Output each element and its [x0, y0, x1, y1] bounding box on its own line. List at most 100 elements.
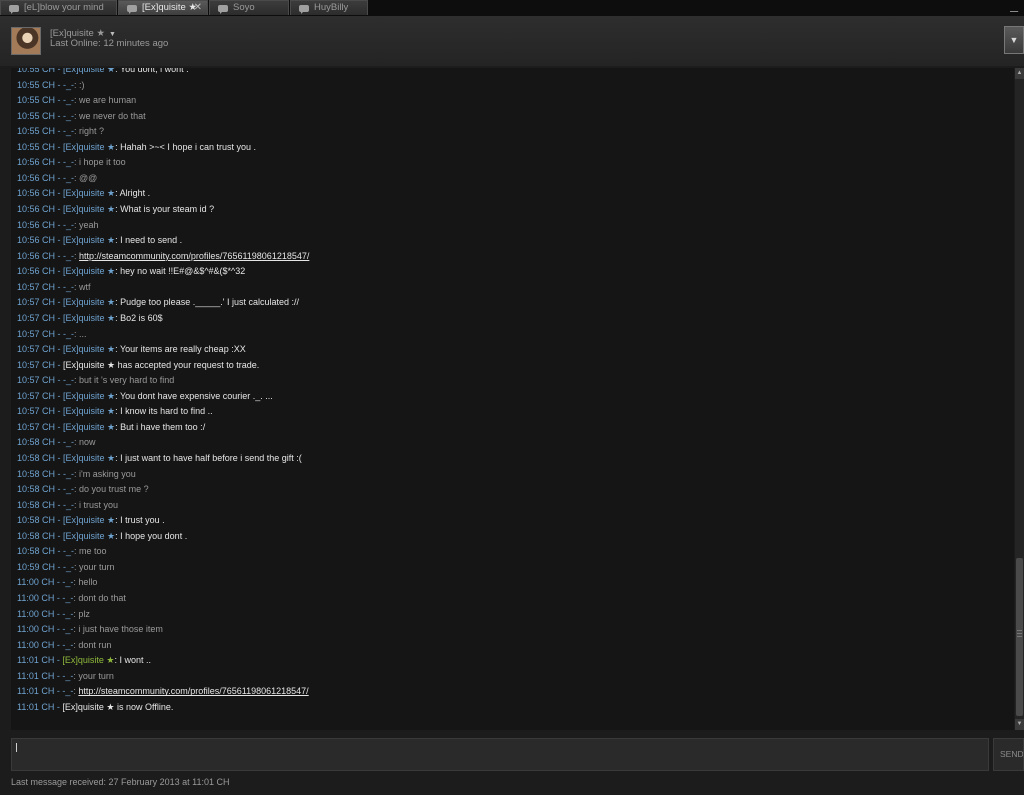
message-sender[interactable]: [Ex]quisite ★: [63, 204, 115, 214]
message-timestamp: 10:55 CH: [17, 95, 56, 106]
chat-message: 10:57 CH - [Ex]quisite ★: Your items are…: [17, 343, 246, 357]
message-text: You dont have expensive courier ._. ...: [119, 390, 273, 401]
chat-message: 10:57 CH - [Ex]quisite ★ has accepted yo…: [17, 359, 259, 373]
message-timestamp: 11:01 CH: [17, 655, 55, 666]
separator: -: [55, 204, 64, 215]
separator: -: [55, 421, 64, 432]
message-text: do you trust me ?: [79, 484, 149, 495]
message-timestamp: 11:00 CH: [17, 593, 55, 604]
chat-message: 10:56 CH - [Ex]quisite ★: What is your s…: [17, 203, 214, 217]
message-text: right ?: [79, 126, 105, 137]
message-sender[interactable]: [Ex]quisite ★: [63, 142, 115, 152]
message-sender[interactable]: -_-: [63, 111, 74, 121]
message-text: I wont ..: [119, 655, 151, 666]
message-timestamp: 10:56 CH: [17, 188, 56, 199]
message-input[interactable]: [11, 738, 989, 771]
message-sender[interactable]: -_-: [63, 500, 74, 510]
separator: -: [55, 141, 64, 152]
message-sender[interactable]: [Ex]quisite ★: [63, 406, 115, 416]
last-message-status: Last message received: 27 February 2013 …: [11, 777, 230, 787]
message-sender[interactable]: [Ex]quisite ★: [63, 68, 115, 74]
message-sender[interactable]: -_-: [63, 282, 74, 292]
message-sender[interactable]: -_-: [63, 173, 74, 183]
scrollbar[interactable]: ▲ ▼: [1015, 68, 1024, 730]
message-text: yeah: [79, 219, 99, 230]
message-sender[interactable]: [Ex]quisite ★: [63, 313, 115, 323]
chat-message: 11:00 CH - -_-: dont run: [17, 639, 111, 653]
message-text: wtf: [79, 281, 91, 292]
message-sender[interactable]: -_-: [62, 686, 73, 696]
message-sender[interactable]: [Ex]quisite ★: [63, 266, 115, 276]
message-sender[interactable]: [Ex]quisite ★: [63, 297, 115, 307]
message-sender[interactable]: -_-: [63, 437, 74, 447]
message-text: I trust you .: [120, 515, 165, 526]
message-timestamp: 10:57 CH: [17, 390, 56, 401]
message-sender[interactable]: -_-: [63, 329, 74, 339]
minimize-button[interactable]: _: [1010, 0, 1018, 12]
message-sender[interactable]: -_-: [63, 469, 74, 479]
message-sender[interactable]: -_-: [63, 95, 74, 105]
message-sender[interactable]: [Ex]quisite ★: [62, 655, 114, 665]
message-sender[interactable]: -_-: [62, 640, 73, 650]
message-sender[interactable]: -_-: [63, 484, 74, 494]
scroll-up-icon[interactable]: ▲: [1015, 68, 1024, 79]
scrollbar-thumb[interactable]: [1016, 558, 1023, 716]
message-sender[interactable]: -_-: [63, 562, 74, 572]
chat-message: 11:00 CH - -_-: i just have those item: [17, 623, 163, 637]
tab-chat-2[interactable]: [Ex]quisite ★ ✕: [118, 0, 208, 15]
separator: -: [55, 110, 64, 121]
chat-message: 10:55 CH - -_-: we are human: [17, 94, 136, 108]
message-sender[interactable]: [Ex]quisite ★: [63, 515, 115, 525]
message-sender[interactable]: -_-: [63, 126, 74, 136]
message-sender[interactable]: [Ex]quisite ★: [63, 422, 115, 432]
message-link[interactable]: http://steamcommunity.com/profiles/76561…: [78, 686, 308, 696]
send-button[interactable]: SEND: [993, 738, 1024, 771]
message-sender[interactable]: -_-: [63, 375, 74, 385]
message-sender[interactable]: -_-: [62, 577, 73, 587]
message-text: Hahah >~< I hope i can trust you .: [120, 141, 256, 152]
tab-chat-3[interactable]: Soyo: [209, 0, 289, 15]
message-text: hello: [78, 577, 98, 588]
chat-bubble-icon: [218, 5, 228, 14]
options-button[interactable]: ▼: [1004, 26, 1024, 54]
message-text: Your items are really cheap :XX: [119, 344, 246, 355]
message-sender[interactable]: -_-: [63, 220, 74, 230]
separator: -: [55, 250, 64, 261]
avatar[interactable]: [11, 27, 41, 55]
message-sender[interactable]: -_-: [62, 609, 73, 619]
message-sender[interactable]: -_-: [63, 80, 74, 90]
message-sender[interactable]: -_-: [62, 593, 73, 603]
message-sender[interactable]: [Ex]quisite ★: [63, 360, 115, 370]
message-sender[interactable]: -_-: [62, 671, 73, 681]
chat-log[interactable]: 10:55 CH - [Ex]quisite ★: You dont, i wo…: [11, 68, 1014, 730]
tab-chat-4[interactable]: HuyBilly: [290, 0, 368, 15]
message-timestamp: 10:56 CH: [17, 266, 56, 277]
separator: -: [55, 219, 64, 230]
message-sender[interactable]: -_-: [63, 157, 74, 167]
message-text: but it 's very hard to find: [79, 375, 175, 386]
message-sender[interactable]: [Ex]quisite ★: [63, 531, 115, 541]
message-sender[interactable]: [Ex]quisite ★: [62, 702, 114, 712]
message-sender[interactable]: [Ex]quisite ★: [63, 235, 115, 245]
message-sender[interactable]: -_-: [63, 251, 74, 261]
chat-message: 10:56 CH - -_-: yeah: [17, 219, 99, 233]
close-icon[interactable]: ✕: [194, 1, 202, 15]
message-sender[interactable]: [Ex]quisite ★: [63, 453, 115, 463]
tab-label: [eL]blow your mind: [24, 2, 104, 13]
message-sender[interactable]: [Ex]quisite ★: [63, 188, 115, 198]
message-timestamp: 10:55 CH: [17, 126, 56, 137]
message-sender[interactable]: -_-: [63, 546, 74, 556]
scroll-down-icon[interactable]: ▼: [1015, 719, 1024, 730]
message-sender[interactable]: [Ex]quisite ★: [63, 391, 115, 401]
message-sender[interactable]: -_-: [62, 624, 73, 634]
message-text: we never do that: [79, 110, 146, 121]
chat-message: 10:57 CH - -_-: but it 's very hard to f…: [17, 374, 174, 388]
message-sender[interactable]: [Ex]quisite ★: [63, 344, 115, 354]
message-text: has accepted your request to trade.: [117, 359, 260, 370]
message-link[interactable]: http://steamcommunity.com/profiles/76561…: [79, 251, 309, 261]
tab-chat-1[interactable]: [eL]blow your mind: [0, 0, 117, 15]
separator: -: [55, 328, 64, 339]
chat-message: 10:59 CH - -_-: your turn: [17, 561, 115, 575]
chat-message: 10:58 CH - [Ex]quisite ★: I trust you .: [17, 514, 165, 528]
message-text: now: [79, 437, 96, 448]
